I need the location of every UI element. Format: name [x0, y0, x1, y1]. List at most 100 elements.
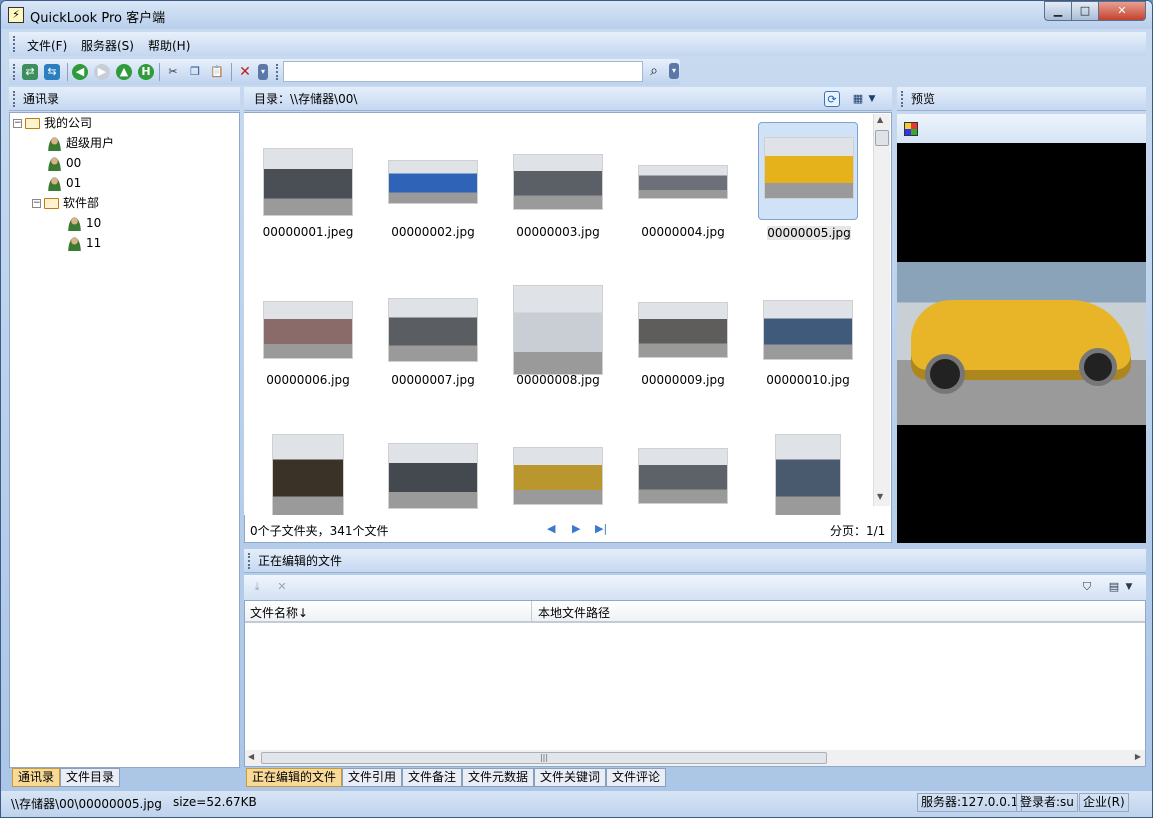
search-icon[interactable]: ⌕ — [646, 63, 662, 79]
directory-path: 目录：\\存储器\00\ — [254, 92, 358, 106]
file-thumbnail[interactable] — [383, 415, 483, 515]
disconnect-server-icon[interactable]: ⇆ — [44, 64, 60, 80]
search-toolbar-grip[interactable] — [276, 64, 279, 80]
thumbnail-image — [388, 443, 478, 509]
tree-item-11[interactable]: 11 — [68, 234, 101, 252]
preview-wheel-shape — [925, 354, 965, 394]
next-page-icon[interactable]: ▶ — [572, 522, 580, 535]
preview-canvas — [897, 143, 1146, 543]
file-thumbnail[interactable] — [633, 415, 733, 515]
tab-editing-0[interactable]: 正在编辑的文件 — [246, 768, 343, 787]
refresh-icon[interactable]: ⟳ — [824, 91, 840, 107]
last-page-icon[interactable]: ▶| — [595, 522, 607, 535]
scroll-thumb[interactable] — [875, 130, 889, 146]
connect-server-icon[interactable]: ⇄ — [22, 64, 38, 80]
columns-icon[interactable]: ▤ — [1106, 579, 1122, 595]
horizontal-scrollbar[interactable]: ◀ ||| ▶ — [245, 750, 1145, 766]
scroll-down-icon[interactable]: ▼ — [877, 492, 883, 501]
file-thumbnail[interactable] — [758, 415, 858, 515]
tab-file-directory[interactable]: 文件目录 — [60, 768, 121, 787]
hscroll-thumb[interactable]: ||| — [261, 752, 827, 764]
file-thumbnail[interactable]: 00000004.jpg — [633, 121, 733, 249]
scroll-left-icon[interactable]: ◀ — [248, 752, 254, 761]
file-thumbnail[interactable]: 00000009.jpg — [633, 269, 733, 397]
copy-icon[interactable]: ❐ — [187, 64, 203, 80]
minimize-button[interactable]: ▁ — [1044, 1, 1072, 21]
back-icon[interactable]: ◀ — [72, 64, 88, 80]
tree-item-10[interactable]: 10 — [68, 214, 101, 232]
thumbnail-image — [638, 165, 728, 199]
checkin-icon[interactable]: ⤓ — [249, 579, 265, 595]
file-thumbnail[interactable]: 00000005.jpg — [758, 122, 858, 240]
search-input[interactable] — [283, 61, 643, 82]
tree-item-label: 00 — [66, 156, 82, 170]
menu-file[interactable]: 文件(F) — [27, 37, 67, 54]
directory-header: 目录：\\存储器\00\ ⟳ ▦ ▼ — [244, 87, 892, 111]
window-title: QuickLook Pro 客户端 — [30, 11, 166, 26]
tree-item-company[interactable]: − 我的公司 — [13, 114, 92, 132]
search-overflow-icon[interactable]: ▾ — [669, 63, 679, 79]
filter-icon[interactable]: ⛉ — [1079, 579, 1095, 595]
tab-contacts[interactable]: 通讯录 — [12, 768, 61, 787]
folder-count-status: 0个子文件夹，341个文件 — [250, 524, 389, 538]
menu-server[interactable]: 服务器(S) — [81, 37, 134, 54]
view-mode-icon[interactable]: ▦ — [850, 91, 866, 107]
delete-icon[interactable]: ✕ — [237, 64, 253, 80]
status-login: 登录者:su — [1016, 793, 1078, 812]
file-thumbnail[interactable]: 00000001.jpeg — [258, 121, 358, 249]
tab-editing-5[interactable]: 文件评论 — [606, 768, 667, 787]
collapse-icon[interactable]: − — [13, 119, 22, 128]
user-icon — [68, 216, 81, 231]
tree-item-software-dept[interactable]: − 软件部 — [32, 194, 99, 212]
file-thumbnail[interactable]: 00000007.jpg — [383, 269, 483, 397]
scroll-right-icon[interactable]: ▶ — [1135, 752, 1141, 761]
thumbnail-scrollbar[interactable]: ▲ ▼ — [873, 114, 890, 506]
status-file-path: \\存储器\00\00000005.jpg — [11, 797, 162, 811]
tab-editing-3[interactable]: 文件元数据 — [462, 768, 535, 787]
home-icon[interactable]: H — [138, 64, 154, 80]
thumbnail-image — [513, 447, 603, 505]
toolbar-overflow-icon[interactable]: ▾ — [258, 64, 268, 80]
scroll-up-icon[interactable]: ▲ — [877, 115, 883, 124]
editing-toolbar: ⤓ ✕ ⛉ ▤ ▼ — [244, 575, 1146, 600]
first-page-icon[interactable]: ◀ — [547, 522, 555, 535]
up-icon[interactable]: ▲ — [116, 64, 132, 80]
tab-editing-4[interactable]: 文件关键词 — [534, 768, 607, 787]
tab-editing-2[interactable]: 文件备注 — [402, 768, 463, 787]
thumbnail-caption: 00000006.jpg — [266, 373, 350, 387]
paste-icon[interactable]: 📋 — [209, 64, 225, 80]
thumbnail-caption: 00000001.jpeg — [262, 225, 354, 239]
thumbnail-caption: 00000003.jpg — [516, 225, 600, 239]
file-thumbnail[interactable]: 00000003.jpg — [508, 121, 608, 249]
remove-icon[interactable]: ✕ — [274, 579, 290, 595]
view-mode-dropdown-icon[interactable]: ▼ — [867, 91, 877, 107]
cut-icon[interactable]: ✂ — [165, 64, 181, 80]
column-local-path[interactable]: 本地文件路径 — [538, 604, 610, 621]
file-thumbnail[interactable] — [258, 415, 358, 515]
toolbar-grip[interactable] — [13, 64, 16, 80]
file-thumbnail[interactable]: 00000006.jpg — [258, 269, 358, 397]
columns-dropdown-icon[interactable]: ▼ — [1124, 579, 1134, 595]
tree-item-superuser[interactable]: 超级用户 — [48, 134, 114, 152]
color-palette-icon[interactable] — [904, 122, 918, 136]
file-thumbnail[interactable] — [508, 415, 608, 515]
thumbnail-image — [775, 434, 841, 515]
menu-help[interactable]: 帮助(H) — [148, 37, 190, 54]
thumbnail-caption: 00000008.jpg — [516, 373, 600, 387]
tree-item-00[interactable]: 00 — [48, 154, 81, 172]
pane-grip — [901, 91, 904, 107]
file-thumbnail[interactable]: 00000002.jpg — [383, 121, 483, 249]
menubar-grip[interactable] — [13, 36, 16, 52]
column-file-name[interactable]: 文件名称↓ — [250, 604, 308, 621]
maximize-button[interactable]: □ — [1071, 1, 1099, 21]
forward-icon[interactable]: ▶ — [94, 64, 110, 80]
thumbnail-image — [513, 154, 603, 210]
file-thumbnail[interactable]: 00000008.jpg — [508, 269, 608, 397]
file-thumbnail[interactable]: 00000010.jpg — [758, 269, 858, 397]
collapse-icon[interactable]: − — [32, 199, 41, 208]
close-button[interactable]: ✕ — [1098, 1, 1146, 21]
tree-item-01[interactable]: 01 — [48, 174, 81, 192]
column-divider[interactable] — [531, 601, 532, 621]
user-icon — [48, 156, 61, 171]
tab-editing-1[interactable]: 文件引用 — [342, 768, 403, 787]
